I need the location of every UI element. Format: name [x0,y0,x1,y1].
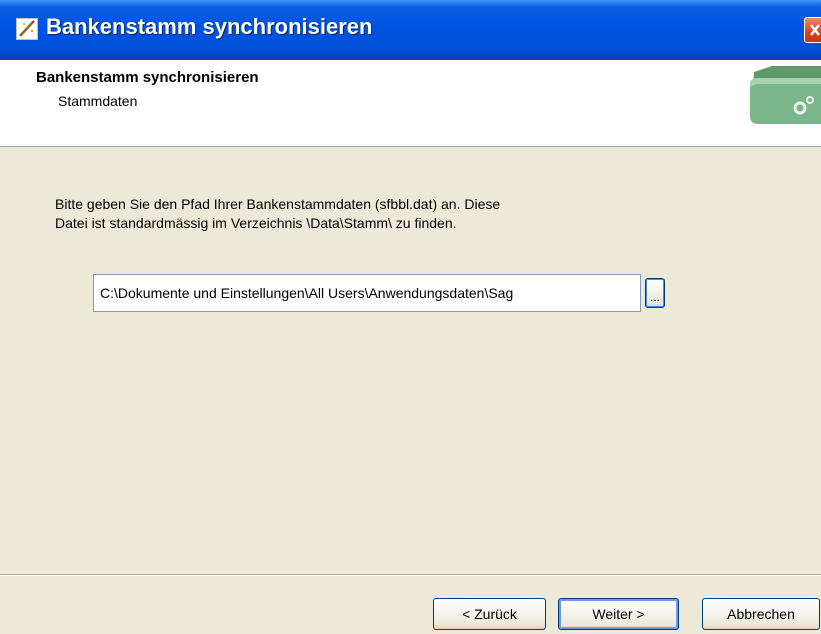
title-bar: Bankenstamm synchronisieren [0,0,821,60]
instruction-line-2: Datei ist standardmässig im Verzeichnis … [55,215,457,231]
instruction-text: Bitte geben Sie den Pfad Ihrer Bankensta… [55,195,675,233]
close-icon [810,24,820,36]
cancel-button[interactable]: Abbrechen [702,598,820,630]
page-title: Bankenstamm synchronisieren [36,69,259,86]
next-button[interactable]: Weiter > [558,598,679,630]
folder-gear-icon [750,66,821,124]
wizard-header: Bankenstamm synchronisieren Stammdaten [0,60,821,147]
page-subtitle: Stammdaten [58,93,138,109]
close-button[interactable] [804,17,821,43]
instruction-line-1: Bitte geben Sie den Pfad Ihrer Bankensta… [55,196,501,212]
back-button[interactable]: < Zurück [433,598,546,630]
footer-divider-highlight [0,575,821,576]
window-title: Bankenstamm synchronisieren [46,14,373,39]
path-input[interactable]: C:\Dokumente und Einstellungen\All Users… [93,274,641,312]
browse-button[interactable]: ... [645,278,665,308]
wizard-wand-icon [16,18,38,40]
